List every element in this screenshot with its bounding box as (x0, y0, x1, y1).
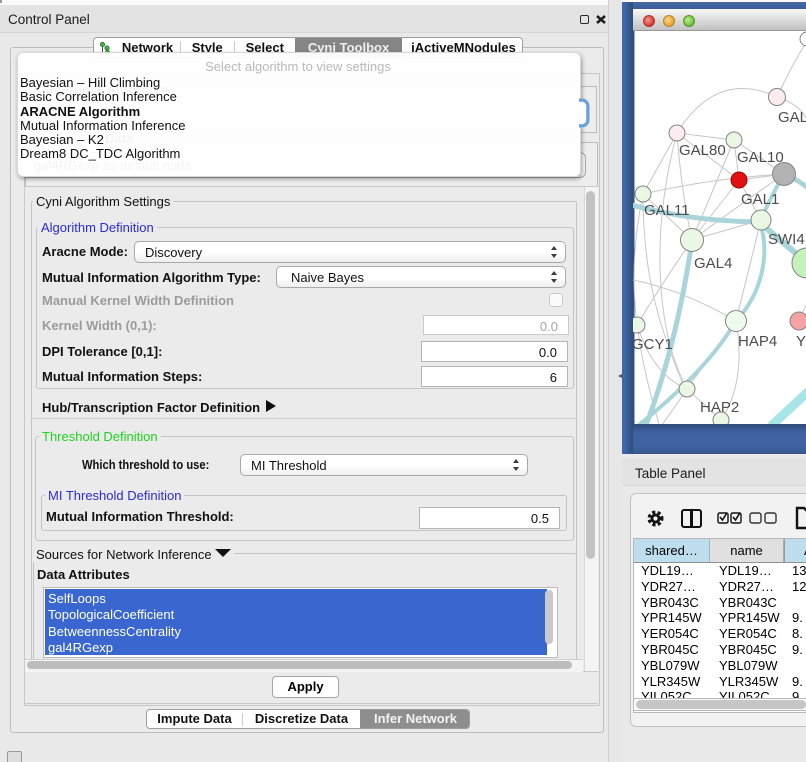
svg-text:SWI4: SWI4 (768, 231, 805, 248)
svg-text:Y: Y (796, 333, 806, 350)
svg-text:HAP4: HAP4 (738, 333, 777, 350)
svg-text:GAL10: GAL10 (737, 149, 784, 166)
svg-text:GAL11: GAL11 (644, 202, 690, 219)
svg-text:GAL1: GAL1 (741, 191, 779, 208)
svg-text:GAL4: GAL4 (694, 255, 732, 272)
svg-text:GAL7: GAL7 (778, 109, 806, 126)
svg-text:GAL80: GAL80 (679, 142, 726, 159)
svg-text:GCY1: GCY1 (633, 336, 673, 353)
svg-text:HAP2: HAP2 (700, 399, 739, 416)
